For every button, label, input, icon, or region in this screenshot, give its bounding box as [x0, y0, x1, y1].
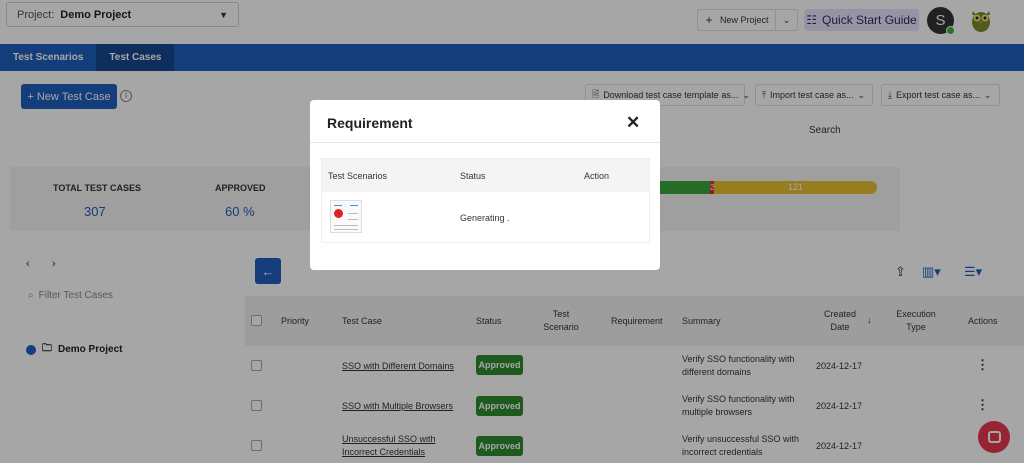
requirement-table-header: Test Scenarios Status Action: [322, 159, 649, 192]
requirement-thumbnail[interactable]: [330, 200, 362, 233]
red-dot-icon: [334, 209, 343, 218]
modal-title: Requirement: [327, 115, 413, 131]
thumb-line: [350, 205, 358, 206]
col-status: Status: [460, 171, 486, 181]
requirement-modal: Requirement ✕ Test Scenarios Status Acti…: [310, 100, 660, 270]
modal-divider: [310, 142, 660, 143]
thumb-line: [334, 229, 358, 230]
col-action: Action: [584, 171, 610, 181]
requirement-table: Test Scenarios Status Action Generating …: [321, 158, 650, 243]
thumb-line: [334, 225, 358, 226]
thumb-line: [348, 219, 358, 220]
thumb-line: [334, 205, 342, 206]
generating-status: Generating .: [460, 213, 510, 223]
thumb-line: [348, 213, 358, 214]
close-icon[interactable]: ✕: [626, 113, 640, 133]
col-test-scenarios: Test Scenarios: [328, 171, 388, 181]
